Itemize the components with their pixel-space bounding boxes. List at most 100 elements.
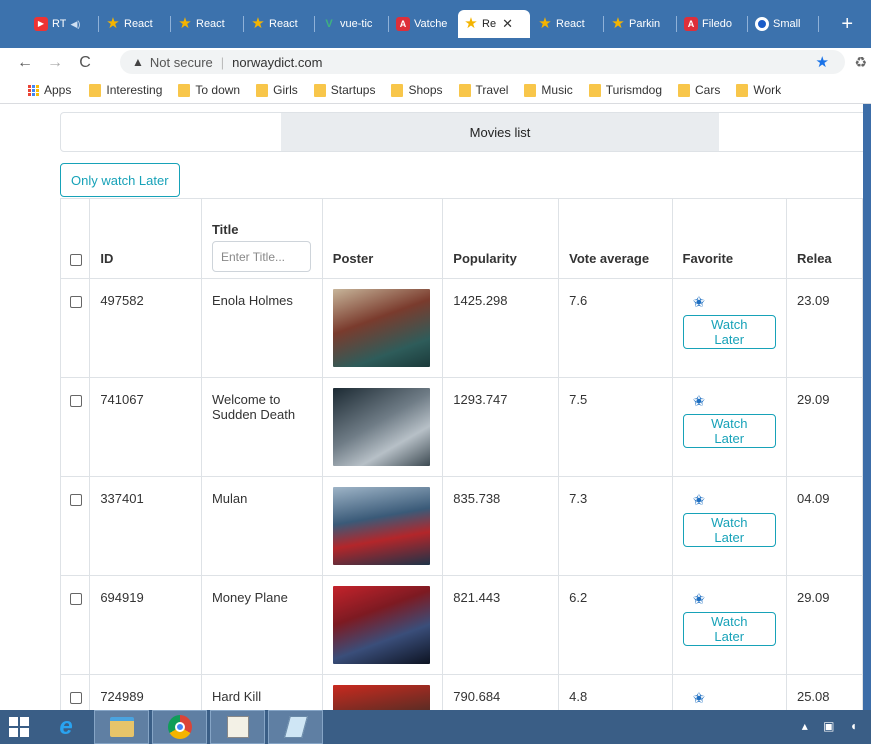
- browser-tab-10[interactable]: Small: [749, 11, 817, 37]
- cell-favorite: ✬ Watch Later: [671, 476, 787, 576]
- col-vote[interactable]: Vote average: [558, 198, 673, 279]
- start-button[interactable]: [0, 710, 38, 744]
- bookmark-folder[interactable]: To down: [178, 83, 240, 97]
- cell-vote: 6.2: [558, 575, 673, 675]
- cell-favorite: ✬ Watch Later: [671, 278, 787, 378]
- browser-tab-7[interactable]: ★ React: [532, 11, 602, 37]
- col-release[interactable]: Relea: [785, 198, 863, 279]
- favorite-star-icon[interactable]: ✬: [693, 293, 776, 311]
- cell-id: 694919: [89, 575, 202, 675]
- folder-icon: [391, 83, 404, 97]
- watch-later-button[interactable]: Watch Later: [682, 612, 776, 646]
- tab-label: Vatche: [414, 18, 448, 30]
- row-checkbox[interactable]: [70, 394, 82, 407]
- tab-label: Filedo: [702, 18, 732, 30]
- star-icon: ★: [178, 15, 192, 32]
- bookmark-folder[interactable]: Cars: [678, 83, 720, 97]
- tab-movies-list[interactable]: Movies list: [281, 113, 719, 151]
- row-checkbox[interactable]: [70, 691, 82, 704]
- cell-favorite: ✬ Watch Later: [671, 575, 787, 675]
- movies-table: ID Title Poster Popularity Vote average …: [59, 198, 863, 710]
- browser-tab-9[interactable]: A Filedo: [678, 11, 746, 37]
- bookmark-folder[interactable]: Girls: [256, 83, 298, 97]
- folder-icon: [588, 83, 601, 97]
- folder-icon: [736, 83, 749, 97]
- taskbar-chrome[interactable]: [152, 710, 207, 744]
- taskbar-notepad[interactable]: [268, 710, 323, 744]
- taskbar-app[interactable]: [210, 710, 265, 744]
- browser-tab-2[interactable]: ★ React: [172, 11, 242, 37]
- tab-label: Small: [773, 18, 801, 30]
- watch-later-button[interactable]: Watch Later: [682, 315, 776, 349]
- select-all-checkbox[interactable]: [70, 253, 82, 266]
- browser-tab-active[interactable]: ★ Re ✕: [458, 10, 530, 38]
- bookmark-folder[interactable]: Music: [524, 83, 573, 97]
- close-icon[interactable]: ✕: [502, 16, 513, 32]
- screen: ▶ RT ◀) ★ React ★ React ★ React V vue-ti…: [0, 0, 871, 744]
- bookmark-folder[interactable]: Startups: [313, 83, 375, 97]
- bookmark-folder[interactable]: Travel: [458, 83, 509, 97]
- taskbar-explorer[interactable]: [94, 710, 149, 744]
- row-select-cell: [59, 476, 91, 576]
- bookmark-label: Travel: [475, 83, 509, 97]
- browser-tab-0[interactable]: ▶ RT ◀): [28, 11, 98, 37]
- browser-tab-5[interactable]: A Vatche: [390, 11, 456, 37]
- watch-later-button[interactable]: Watch Later: [682, 414, 776, 448]
- row-checkbox[interactable]: [70, 592, 82, 605]
- youtube-icon: ▶: [34, 17, 48, 31]
- bookmark-label: Girls: [273, 83, 298, 97]
- forward-arrow-icon[interactable]: →: [44, 54, 66, 72]
- only-watch-later-button[interactable]: Only watch Later: [60, 163, 180, 197]
- col-id[interactable]: ID: [89, 198, 202, 279]
- favorite-star-icon[interactable]: ✬: [693, 491, 776, 509]
- taskbar-ie[interactable]: e: [38, 710, 94, 744]
- bookmark-folder[interactable]: Shops: [391, 83, 443, 97]
- cell-favorite: ✬ Watch Later: [671, 377, 787, 477]
- bookmark-folder[interactable]: Turismdog: [588, 83, 662, 97]
- favorite-star-icon[interactable]: ✬: [693, 689, 776, 707]
- browser-tab-1[interactable]: ★ React: [100, 11, 168, 37]
- cell-vote: 7.6: [558, 278, 673, 378]
- watch-later-button[interactable]: Watch Later: [682, 513, 776, 547]
- cell-release: 04.09: [785, 476, 863, 576]
- cell-title: Money Plane: [200, 575, 323, 675]
- row-checkbox[interactable]: [70, 295, 82, 308]
- extension-icon[interactable]: ♻: [854, 54, 867, 71]
- col-popularity[interactable]: Popularity: [442, 198, 560, 279]
- cell-vote: 7.3: [558, 476, 673, 576]
- bookmark-folder[interactable]: Work: [736, 83, 781, 97]
- angular-icon: A: [396, 17, 410, 31]
- folder-icon: [678, 83, 691, 97]
- browser-tab-4[interactable]: V vue-tic: [316, 11, 386, 37]
- bookmark-apps[interactable]: Apps: [28, 83, 71, 97]
- system-tray[interactable]: ▴ ▣ ◖: [802, 719, 863, 733]
- cell-popularity: 790.684: [442, 674, 560, 710]
- bookmark-label: Work: [753, 83, 782, 97]
- new-tab-plus-icon[interactable]: +: [841, 14, 853, 34]
- table-row: 337401 Mulan 835.738 7.3 ✬ Watch Later 0…: [59, 476, 863, 576]
- tab-label: React: [556, 18, 585, 30]
- table-row: 497582 Enola Holmes 1425.298 7.6 ✬ Watch…: [59, 278, 863, 378]
- apps-grid-icon: [28, 84, 39, 96]
- cell-popularity: 835.738: [442, 476, 560, 576]
- favorite-star-icon[interactable]: ✬: [693, 392, 776, 410]
- cell-title: Welcome to Sudden Death: [200, 377, 323, 477]
- cell-release: 25.08: [785, 674, 863, 710]
- reload-icon[interactable]: C: [74, 54, 96, 72]
- cell-release: 29.09: [785, 575, 863, 675]
- row-checkbox[interactable]: [70, 493, 82, 506]
- address-bar[interactable]: ▲ Not secure | norwaydict.com ★: [120, 50, 845, 74]
- cell-id: 741067: [89, 377, 202, 477]
- cell-vote: 7.5: [558, 377, 673, 477]
- bookmark-star-icon[interactable]: ★: [816, 53, 829, 71]
- row-select-cell: [59, 278, 91, 378]
- browser-tab-8[interactable]: ★ Parkin: [605, 11, 675, 37]
- back-arrow-icon[interactable]: ←: [14, 54, 36, 72]
- browser-tab-3[interactable]: ★ React: [245, 11, 313, 37]
- table-row: 724989 Hard Kill 790.684 4.8 ✬ Watch Lat…: [59, 674, 863, 710]
- favorite-star-icon[interactable]: ✬: [693, 590, 776, 608]
- col-title: Title: [200, 198, 323, 279]
- bookmark-folder[interactable]: Interesting: [89, 83, 162, 97]
- col-title-label[interactable]: Title: [212, 222, 312, 237]
- title-filter-input[interactable]: [211, 241, 311, 272]
